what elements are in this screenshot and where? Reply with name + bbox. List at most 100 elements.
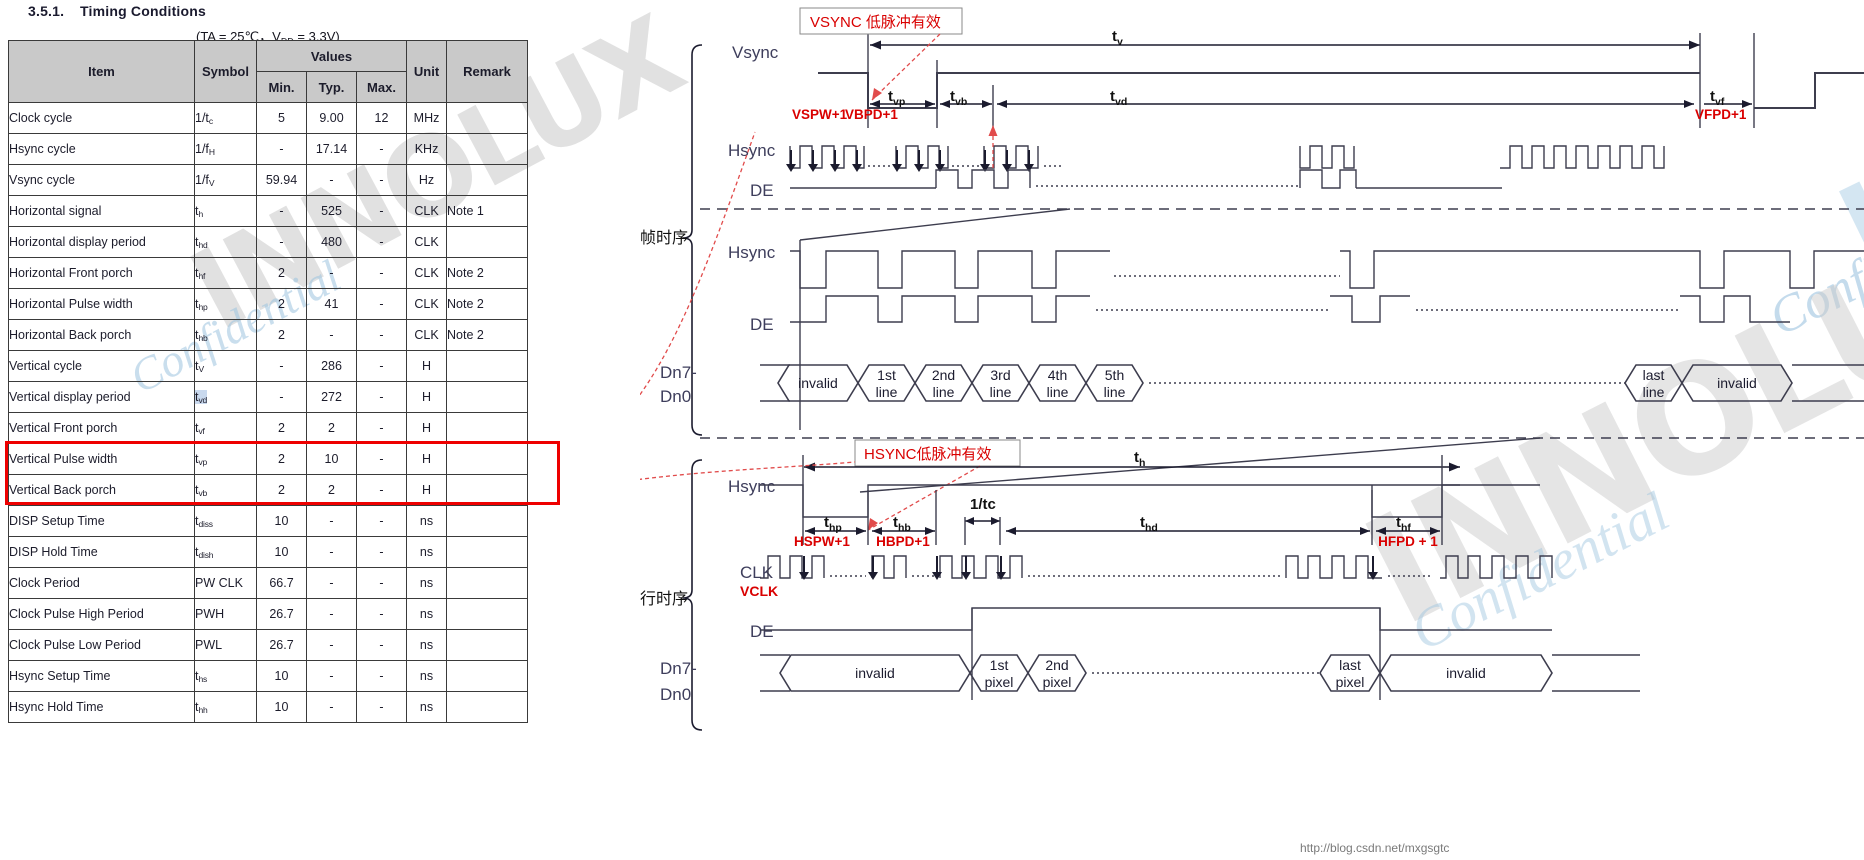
table-row: Vsync cycle 1/fV 59.94- - Hz: [8, 164, 529, 196]
cell-typ: 2: [306, 474, 357, 506]
cell-max: -: [355, 505, 408, 537]
table-row: Clock Period PW CLK 66.7- - ns: [8, 567, 529, 599]
cell-typ: -: [306, 257, 357, 289]
cell-symbol: ths: [194, 660, 257, 692]
dim-thd-arrow-l: [1006, 527, 1016, 535]
cell-min: -: [256, 226, 307, 258]
cell-symbol: thd: [194, 226, 257, 258]
table-pane: 3.5.1.Timing Conditions (TA = 25℃，VDD = …: [0, 0, 700, 860]
clock-period-label: 1/tc: [970, 496, 996, 513]
cell-item: Vsync cycle: [8, 164, 195, 196]
table-header: Item Symbol Values Unit Remark Min. Typ.…: [8, 40, 529, 103]
cell-item: Hsync Hold Time: [8, 691, 195, 723]
cell-min: 26.7: [256, 629, 307, 661]
cell-remark: [446, 536, 529, 568]
th-values: Values: [255, 40, 408, 72]
label-de-frame: DE: [750, 181, 774, 200]
label-vsync-frame: Vsync: [732, 43, 779, 62]
cell-typ: 10: [306, 443, 357, 475]
th-unit: Unit: [406, 40, 448, 103]
cell-max: -: [355, 350, 408, 382]
cell-item: Horizontal Pulse width: [8, 288, 195, 320]
cell-item: DISP Setup Time: [8, 505, 195, 537]
waveform-hsync-detail: [790, 250, 1110, 289]
cell-min: 26.7: [256, 598, 307, 630]
cell-symbol: 1/fH: [194, 133, 257, 165]
label-data-top-line: Dn7-: [660, 659, 697, 678]
th-label: th: [1134, 449, 1145, 469]
dim-th-arrow-r: [1449, 462, 1460, 472]
cell-typ: -: [306, 505, 357, 537]
cell-max: -: [355, 536, 408, 568]
cell-item: Vertical display period: [8, 381, 195, 413]
cell-symbol: PW CLK: [194, 567, 257, 599]
cell-remark: Note 2: [446, 257, 529, 289]
timing-diagram-pane: INNOLUX Confidential INNOLUX Confidentia…: [640, 0, 1864, 860]
waveform-clk-2: [871, 555, 907, 579]
label-data-top-frame: Dn7-: [660, 363, 697, 382]
bus-line-lead-in: [760, 654, 790, 692]
vbpd-leader-arrow: [988, 125, 998, 136]
bus-cell-label-line-1: 1st line: [876, 367, 898, 400]
cell-symbol: PWH: [194, 598, 257, 630]
waveform-de-frame-right: [1299, 169, 1357, 189]
tvp-label: tvp: [888, 88, 905, 108]
cell-item: Clock cycle: [8, 102, 195, 134]
table-row: Vertical Pulse width tvp 2 10- H: [8, 443, 529, 475]
cell-symbol: thb: [194, 319, 257, 351]
cell-min: 2: [256, 474, 307, 506]
cell-typ: -: [306, 660, 357, 692]
label-data-bottom-frame: Dn0: [660, 387, 691, 406]
cell-symbol: tvd: [194, 381, 257, 413]
cell-item: Horizontal signal: [8, 195, 195, 227]
cell-unit: CLK: [406, 195, 448, 227]
cell-remark: [446, 412, 529, 444]
cell-max: -: [355, 567, 408, 599]
bus-line-lead-out: [1552, 654, 1640, 692]
hspw-label: HSPW+1: [794, 534, 850, 549]
waveform-hsync-line-tail: [1371, 484, 1540, 518]
cell-item: Vertical Back porch: [8, 474, 195, 506]
bus-cell-label-line-invalid-0: invalid: [855, 665, 895, 681]
waveform-clk-5: [1440, 555, 1553, 579]
dim-tvd-arrow-l: [997, 100, 1007, 108]
cell-max: -: [355, 691, 408, 723]
callout-vsync-text: VSYNC 低脉冲有效: [810, 14, 941, 31]
waveform-de-line: [760, 607, 1552, 631]
dim-th-arrow-l: [804, 462, 815, 472]
table-row: Clock Pulse High Period PWH 26.7- - ns: [8, 598, 529, 630]
vspw-label: VSPW+1: [792, 107, 848, 122]
cell-item: Clock Pulse Low Period: [8, 629, 195, 661]
lcd-timing-diagram: 一帧时序 Vsync tv tvp VSPW+1 tvb: [640, 7, 1864, 855]
cell-symbol: tvp: [194, 443, 257, 475]
dim-tv-arrow-right: [1689, 40, 1700, 50]
label-hsync-line: Hsync: [728, 477, 776, 496]
bus-cell-label-pixel-2: 2nd pixel: [1043, 657, 1072, 690]
cell-max: -: [355, 629, 408, 661]
cell-max: -: [355, 412, 408, 444]
waveform-vsync-tail: [1754, 72, 1864, 109]
cell-item: Hsync Setup Time: [8, 660, 195, 692]
table-row: Hsync Setup Time ths 10- - ns: [8, 660, 529, 692]
cell-unit: ns: [406, 505, 448, 537]
cell-unit: CLK: [406, 319, 448, 351]
table-header-row-1: Item Symbol Values Unit Remark: [8, 40, 529, 103]
cell-unit: Hz: [406, 164, 448, 196]
dim-thp-arrow-r: [856, 527, 866, 535]
waveform-hsync-detail-3: [1400, 250, 1864, 289]
cell-symbol: tV: [194, 350, 257, 382]
cell-symbol: 1/fV: [194, 164, 257, 196]
table-row: Hsync Hold Time thh 10- - ns: [8, 691, 529, 723]
label-data-bottom-line: Dn0: [660, 685, 691, 704]
cell-symbol: thf: [194, 257, 257, 289]
data-bus-frame: invalid 1st line 2nd line 3rd line 4th line 5th li…: [760, 364, 1864, 402]
cell-item: Horizontal display period: [8, 226, 195, 258]
hfpd-label: HFPD + 1: [1378, 534, 1438, 549]
cell-item: DISP Hold Time: [8, 536, 195, 568]
cell-typ: -: [306, 319, 357, 351]
bus-cell-label-invalid-0: invalid: [798, 375, 838, 391]
table-row: Horizontal Pulse width thp 2 41- CLK Note 2: [8, 288, 529, 320]
cell-remark: Note 2: [446, 288, 529, 320]
cell-remark: [446, 350, 529, 382]
table-row: Vertical display period tvd -272- H: [8, 381, 529, 413]
